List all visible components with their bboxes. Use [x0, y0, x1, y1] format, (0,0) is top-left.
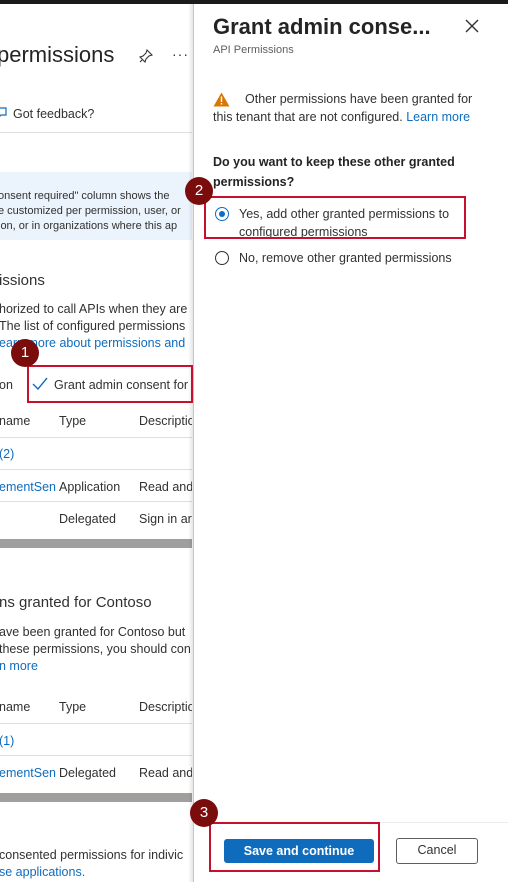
close-icon[interactable]: [462, 16, 482, 36]
enterprise-apps-link[interactable]: se applications.: [0, 865, 85, 879]
learn-more-link[interactable]: n more: [0, 659, 38, 673]
column-header-type[interactable]: Type: [59, 414, 86, 428]
permission-description: Read and: [139, 480, 192, 494]
radio-no-label[interactable]: No, remove other granted permissions: [239, 249, 499, 267]
callout-badge-1: 1: [11, 339, 39, 367]
section-text: The list of configured permissions: [0, 319, 186, 333]
column-header-name[interactable]: name: [0, 414, 30, 428]
pin-icon[interactable]: [139, 49, 153, 63]
column-header-description[interactable]: Descriptio: [139, 700, 192, 714]
section-text: ave been granted for Contoso but: [0, 625, 186, 639]
info-line: e customized per permission, user, or: [0, 205, 181, 217]
column-header-description[interactable]: Descriptio: [139, 414, 192, 428]
info-line: ion, or in organizations where this ap: [0, 220, 178, 232]
cancel-button[interactable]: Cancel: [396, 838, 478, 864]
grant-consent-panel: Grant admin conse... API Permissions Oth…: [193, 4, 508, 882]
learn-more-link[interactable]: Learn more: [406, 110, 470, 124]
panel-title: Grant admin conse...: [213, 14, 431, 39]
section-text: horized to call APIs when they are: [0, 302, 188, 316]
panel-subtitle: API Permissions: [213, 44, 294, 56]
page-title: permissions: [0, 42, 115, 67]
info-line: onsent required" column shows the: [0, 190, 170, 202]
section-text: consented permissions for indivic: [0, 848, 184, 862]
horizontal-scrollbar[interactable]: [0, 539, 192, 548]
callout-badge-3: 3: [190, 799, 218, 827]
callout-badge-2: 2: [185, 177, 213, 205]
permission-description: Read and: [139, 766, 192, 780]
more-icon[interactable]: ···: [172, 46, 189, 62]
background-page: permissions ··· Got feedback? onsent req…: [0, 4, 192, 882]
permission-name[interactable]: ementSen: [0, 480, 56, 494]
consent-question: Do you want to keep these other granted …: [213, 155, 455, 189]
toolbar-item[interactable]: on: [0, 378, 13, 392]
warning-message: Other permissions have been granted for …: [213, 90, 489, 126]
section-text: these permissions, you should con: [0, 642, 191, 656]
permission-type: Application: [59, 480, 121, 494]
callout-box-2: [204, 196, 466, 239]
api-group-link[interactable]: (2): [0, 447, 14, 461]
feedback-icon: [0, 107, 7, 117]
section-heading: ns granted for Contoso: [0, 594, 152, 611]
radio-no[interactable]: [215, 251, 229, 265]
info-bar: onsent required" column shows the e cust…: [0, 172, 192, 240]
callout-box-3: [209, 822, 380, 872]
permission-type: Delegated: [59, 766, 116, 780]
permission-type: Delegated: [59, 512, 116, 526]
column-header-name[interactable]: name: [0, 700, 30, 714]
permission-description: Sign in ar: [139, 512, 192, 526]
api-group-link[interactable]: (1): [0, 734, 14, 748]
horizontal-scrollbar[interactable]: [0, 793, 192, 802]
feedback-link[interactable]: Got feedback?: [13, 107, 94, 121]
permission-name[interactable]: ementSen: [0, 766, 56, 780]
callout-box-1: [27, 365, 193, 403]
column-header-type[interactable]: Type: [59, 700, 86, 714]
section-heading: issions: [0, 272, 45, 289]
